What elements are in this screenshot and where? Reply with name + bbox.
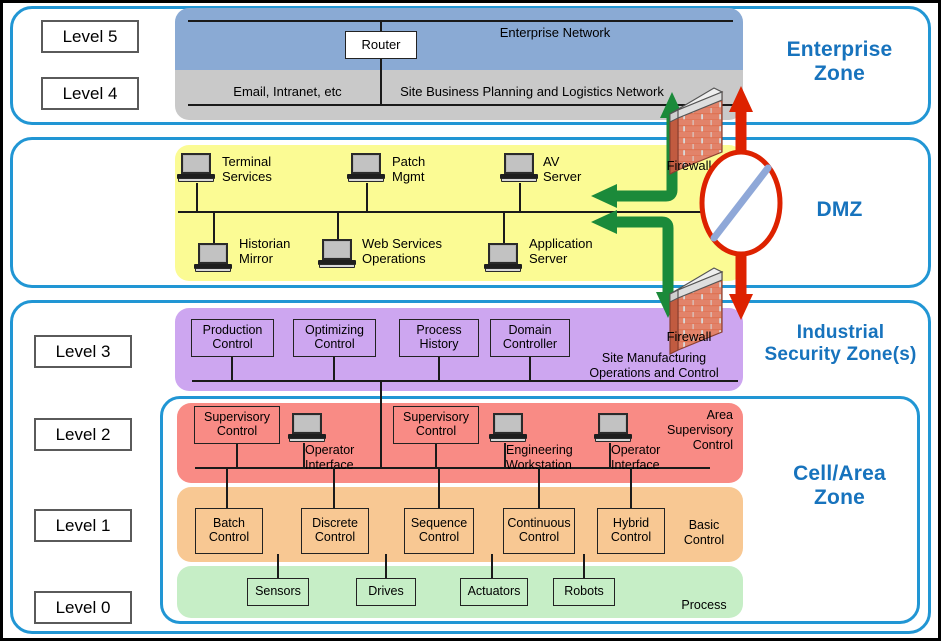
laptop-icon-terminal-services bbox=[177, 153, 215, 183]
laptop-icon-av-server bbox=[500, 153, 538, 183]
drop-operator-interface-2 bbox=[609, 443, 611, 467]
dmz-network-bus bbox=[178, 211, 738, 213]
dmz-drop-av bbox=[519, 183, 521, 212]
level0-text: Level 0 bbox=[55, 597, 111, 617]
node-drives[interactable]: Drives bbox=[356, 578, 416, 606]
node-hybrid-control[interactable]: Hybrid Control bbox=[597, 508, 665, 554]
dmz-label-terminal-services: Terminal Services bbox=[222, 154, 272, 185]
laptop-icon-operator-interface-1 bbox=[288, 413, 326, 443]
drop-l1-robots bbox=[583, 554, 585, 578]
cellarea-zone-caption: Cell/Area Zone bbox=[793, 462, 886, 510]
level4-left-label: Email, Intranet, etc bbox=[233, 84, 342, 99]
node-label: Discrete Control bbox=[312, 516, 358, 544]
node-discrete-control[interactable]: Discrete Control bbox=[301, 508, 369, 554]
site-manufacturing-label: Site Manufacturing Operations and Contro… bbox=[589, 351, 719, 380]
drop-production-control bbox=[231, 357, 233, 381]
level3-to-level2-link bbox=[380, 380, 382, 410]
level2-text: Level 2 bbox=[55, 424, 111, 444]
dmz-label-patch-mgmt: Patch Mgmt bbox=[392, 154, 426, 185]
laptop-icon-application-server bbox=[484, 243, 522, 273]
drop-operator-interface-1 bbox=[303, 443, 305, 467]
node-label: Production Control bbox=[202, 323, 263, 351]
dmz-label-web-services: Web Services Operations bbox=[362, 236, 442, 267]
site-business-network-label: Site Business Planning and Logistics Net… bbox=[400, 84, 664, 99]
level-label-2: Level 2 bbox=[34, 418, 132, 451]
node-robots[interactable]: Robots bbox=[553, 578, 615, 606]
laptop-icon-historian-mirror bbox=[194, 243, 232, 273]
basic-control-label: Basic Control bbox=[683, 518, 725, 547]
dmz-drop-patch bbox=[366, 183, 368, 212]
drop-l2-batch bbox=[226, 467, 228, 508]
drop-l1-drives bbox=[385, 554, 387, 578]
node-label: Process History bbox=[416, 323, 462, 351]
enterprise-zone-caption: Enterprise Zone bbox=[786, 38, 893, 86]
drop-supervisory-control-1 bbox=[236, 444, 238, 467]
router-node[interactable]: Router bbox=[345, 31, 417, 59]
node-sensors[interactable]: Sensors bbox=[247, 578, 309, 606]
dmz-drop-historian bbox=[213, 211, 215, 243]
node-label: Domain Controller bbox=[502, 323, 558, 351]
dmz-label-av-server: AV Server bbox=[543, 154, 582, 185]
laptop-icon-engineering-workstation bbox=[489, 413, 527, 443]
level-label-5: Level 5 bbox=[41, 20, 139, 53]
drop-supervisory-control-2 bbox=[435, 444, 437, 467]
level4-text: Level 4 bbox=[62, 83, 118, 103]
node-supervisory-control-1[interactable]: Supervisory Control bbox=[194, 406, 280, 444]
node-label: Robots bbox=[564, 584, 604, 599]
node-domain-controller[interactable]: Domain Controller bbox=[490, 319, 570, 357]
label-operator-interface-1: Operator Interface bbox=[305, 443, 355, 472]
dmz-drop-appserver bbox=[503, 211, 505, 243]
node-label: Batch Control bbox=[208, 516, 250, 544]
drop-optimizing-control bbox=[333, 357, 335, 381]
drop-engineering-workstation bbox=[504, 443, 506, 467]
drop-l2-continuous bbox=[538, 467, 540, 508]
node-label: Supervisory Control bbox=[403, 410, 469, 438]
node-label: Sequence Control bbox=[410, 516, 468, 544]
drop-l2-hybrid bbox=[630, 467, 632, 508]
level3-text: Level 3 bbox=[55, 341, 111, 361]
node-label: Hybrid Control bbox=[610, 516, 652, 544]
laptop-icon-web-services bbox=[318, 239, 356, 269]
dmz-drop-webservices bbox=[337, 211, 339, 239]
drop-l1-sensors bbox=[277, 554, 279, 578]
label-engineering-workstation: Engineering Workstation bbox=[506, 443, 573, 472]
dmz-label-application-server: Application Server bbox=[529, 236, 593, 267]
site-business-network-bus bbox=[188, 104, 733, 106]
level1-text: Level 1 bbox=[55, 515, 111, 535]
node-process-history[interactable]: Process History bbox=[399, 319, 479, 357]
router-label: Router bbox=[361, 36, 401, 52]
drop-l2-discrete bbox=[333, 467, 335, 508]
dmz-drop-terminal bbox=[196, 183, 198, 212]
node-label: Supervisory Control bbox=[204, 410, 270, 438]
node-actuators[interactable]: Actuators bbox=[460, 578, 528, 606]
enterprise-network-bus bbox=[188, 20, 733, 22]
node-supervisory-control-2[interactable]: Supervisory Control bbox=[393, 406, 479, 444]
drop-l1-actuators bbox=[491, 554, 493, 578]
drop-process-history bbox=[438, 357, 440, 381]
node-label: Continuous Control bbox=[507, 516, 571, 544]
node-label: Optimizing Control bbox=[304, 323, 365, 351]
node-sequence-control[interactable]: Sequence Control bbox=[404, 508, 474, 554]
drop-l2-sequence bbox=[438, 467, 440, 508]
level-label-3: Level 3 bbox=[34, 335, 132, 368]
level-label-1: Level 1 bbox=[34, 509, 132, 542]
enterprise-network-label: Enterprise Network bbox=[499, 25, 611, 40]
node-batch-control[interactable]: Batch Control bbox=[195, 508, 263, 554]
level-label-0: Level 0 bbox=[34, 591, 132, 624]
node-production-control[interactable]: Production Control bbox=[191, 319, 274, 357]
level-label-4: Level 4 bbox=[41, 77, 139, 110]
area-supervisory-control-label: Area Supervisory Control bbox=[667, 408, 733, 452]
industrial-zone-caption: Industrial Security Zone(s) bbox=[764, 322, 917, 366]
node-continuous-control[interactable]: Continuous Control bbox=[503, 508, 575, 554]
node-optimizing-control[interactable]: Optimizing Control bbox=[293, 319, 376, 357]
level5-text: Level 5 bbox=[62, 26, 118, 46]
node-label: Sensors bbox=[255, 584, 301, 599]
laptop-icon-patch-mgmt bbox=[347, 153, 385, 183]
drop-domain-controller bbox=[529, 357, 531, 381]
node-label: Drives bbox=[368, 584, 404, 599]
node-label: Actuators bbox=[467, 584, 521, 599]
dmz-zone-caption: DMZ bbox=[816, 198, 863, 221]
process-label: Process bbox=[681, 598, 727, 612]
